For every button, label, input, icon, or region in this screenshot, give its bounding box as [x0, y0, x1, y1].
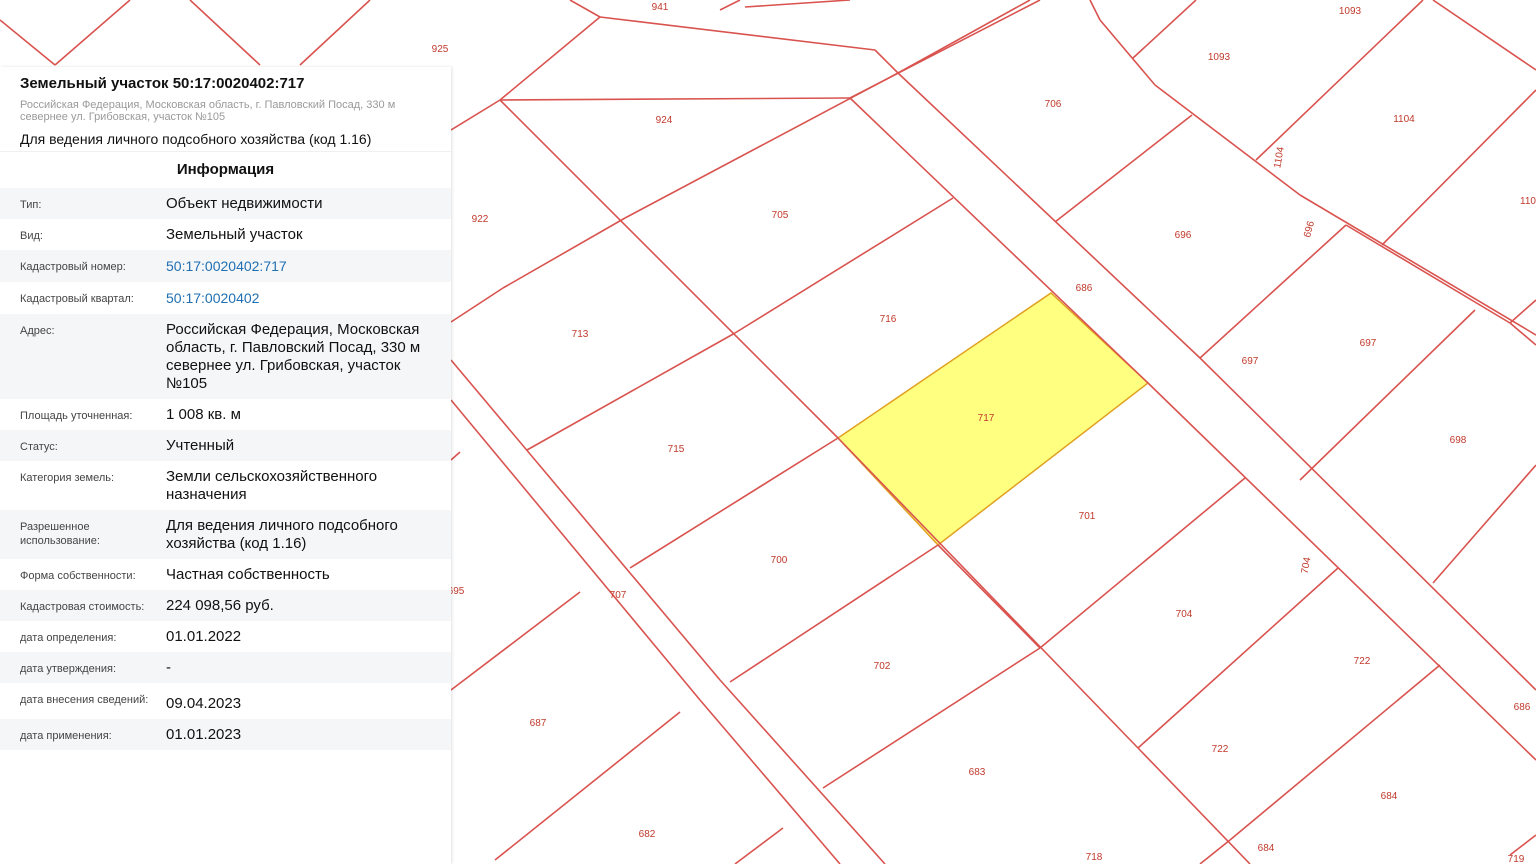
- info-row-status: Статус: Учтенный: [0, 430, 451, 461]
- info-row-ownership: Форма собственности: Частная собственнос…: [0, 559, 451, 590]
- parcel-label: 684: [1381, 791, 1398, 802]
- parcel-label: 696: [1175, 230, 1192, 241]
- parcel-label: 705: [772, 210, 789, 221]
- info-row-cadastral-value: Кадастровая стоимость: 224 098,56 руб.: [0, 590, 451, 621]
- cadastral-number-link[interactable]: 50:17:0020402:717: [166, 258, 287, 274]
- info-table: Тип: Объект недвижимости Вид: Земельный …: [0, 188, 451, 750]
- parcel-label: 704: [1300, 556, 1314, 575]
- info-row-type: Тип: Объект недвижимости: [0, 188, 451, 219]
- info-panel: Земельный участок 50:17:0020402:717 Росс…: [0, 67, 451, 864]
- row-value: 01.01.2022: [166, 628, 242, 645]
- parcel-label: 1104: [1393, 114, 1415, 125]
- parcel-label: 1093: [1208, 52, 1231, 63]
- info-row-date-determined: дата определения: 01.01.2022: [0, 621, 451, 652]
- parcel-label: 682: [639, 829, 656, 840]
- row-label: Кадастровая стоимость:: [0, 590, 166, 621]
- parcel-label: 719: [1508, 854, 1525, 864]
- parcel-label: 697: [1360, 338, 1377, 349]
- row-label: дата определения:: [20, 632, 117, 644]
- info-row-permitted-use: Разрешенное использование: Для ведения л…: [0, 510, 451, 559]
- row-value: 01.01.2023: [166, 719, 451, 750]
- row-value: Земельный участок: [166, 226, 303, 243]
- info-row-category: Категория земель: Земли сельскохозяйстве…: [0, 461, 451, 510]
- parcel-label: 704: [1176, 609, 1193, 620]
- parcel-label: 707: [610, 590, 627, 601]
- parcel-label: 700: [771, 555, 788, 566]
- parcel-label: 697: [1242, 356, 1259, 367]
- row-value: 224 098,56 руб.: [166, 590, 451, 621]
- parcel-label: 110: [1520, 196, 1536, 207]
- row-label: Разрешенное использование:: [0, 510, 166, 559]
- info-row-kind: Вид: Земельный участок: [0, 219, 451, 250]
- section-title: Информация: [0, 151, 451, 188]
- info-row-cadastral-quarter: Кадастровый квартал: 50:17:0020402: [0, 282, 451, 314]
- parcel-label: 686: [1076, 283, 1093, 294]
- info-row-date-entered: дата внесения сведений: 09.04.2023: [0, 683, 451, 719]
- panel-usage: Для ведения личного подсобного хозяйства…: [20, 131, 372, 147]
- parcel-label: 716: [880, 314, 897, 325]
- row-value: Для ведения личного подсобного хозяйства…: [166, 510, 451, 559]
- parcel-label: 687: [530, 718, 547, 729]
- row-value: 1 008 кв. м: [166, 406, 241, 423]
- row-label: дата внесения сведений:: [20, 694, 149, 706]
- row-label: дата применения:: [0, 719, 166, 750]
- info-row-cadastral-number: Кадастровый номер: 50:17:0020402:717: [0, 250, 451, 282]
- parcel-label: 713: [572, 329, 589, 340]
- parcel-label: 684: [1258, 843, 1275, 854]
- row-value: Частная собственность: [166, 566, 330, 583]
- row-label: Кадастровый квартал:: [20, 293, 134, 305]
- row-label: Кадастровый номер:: [0, 250, 166, 282]
- row-value: 50:17:0020402:717: [166, 250, 451, 282]
- parcel-label: 1104: [1272, 146, 1287, 170]
- row-value: 09.04.2023: [166, 695, 242, 712]
- parcel-label: 924: [656, 115, 673, 126]
- panel-title: Земельный участок 50:17:0020402:717: [20, 75, 305, 92]
- parcel-label: 715: [668, 444, 685, 455]
- info-row-area: Площадь уточненная: 1 008 кв. м: [0, 399, 451, 430]
- row-value: Российская Федерация, Московская область…: [166, 314, 451, 399]
- info-row-address: Адрес: Российская Федерация, Московская …: [0, 314, 451, 399]
- row-value: -: [166, 652, 451, 683]
- parcel-label: 701: [1079, 511, 1096, 522]
- row-label: Форма собственности:: [20, 570, 136, 582]
- parcel-label: 717: [978, 413, 995, 424]
- row-label: Тип:: [0, 188, 166, 219]
- row-label: дата утверждения:: [0, 652, 166, 683]
- row-value: Объект недвижимости: [166, 188, 451, 219]
- panel-header: Земельный участок 50:17:0020402:717 Росс…: [0, 67, 451, 151]
- parcel-label: 922: [472, 214, 489, 225]
- row-label: Категория земель:: [20, 472, 115, 484]
- parcel-label: 706: [1045, 99, 1062, 110]
- panel-address: Российская Федерация, Московская область…: [20, 99, 396, 123]
- row-label: Статус:: [0, 430, 166, 461]
- row-label: Площадь уточненная:: [20, 410, 133, 422]
- cadastral-quarter-link[interactable]: 50:17:0020402: [166, 290, 259, 306]
- parcel-label: 702: [874, 661, 891, 672]
- parcel-label: 683: [969, 767, 986, 778]
- parcel-label: 696: [1302, 219, 1317, 238]
- parcel-label: 698: [1450, 435, 1467, 446]
- row-label: Вид:: [20, 230, 43, 242]
- row-label: Адрес:: [0, 314, 166, 399]
- parcel-label: 722: [1212, 744, 1229, 755]
- parcel-label: 686: [1514, 702, 1531, 713]
- parcel-label: 1093: [1339, 6, 1362, 17]
- parcel-label: 941: [652, 2, 669, 13]
- info-row-date-approved: дата утверждения: -: [0, 652, 451, 683]
- info-row-date-applied: дата применения: 01.01.2023: [0, 719, 451, 750]
- row-value: Земли сельскохозяйственного назначения: [166, 468, 378, 503]
- row-value: Учтенный: [166, 430, 451, 461]
- parcel-label: 722: [1354, 656, 1371, 667]
- row-value: 50:17:0020402: [166, 282, 451, 314]
- parcel-label: 718: [1086, 852, 1103, 863]
- parcel-label: 925: [432, 44, 449, 55]
